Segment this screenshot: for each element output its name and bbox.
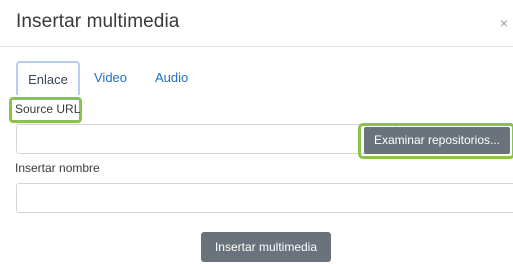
browse-repositories-button[interactable]: Examinar repositorios...: [364, 127, 510, 154]
dialog-title: Insertar multimedia: [16, 11, 180, 32]
tab-video[interactable]: Video: [94, 61, 127, 95]
source-url-input[interactable]: [16, 124, 396, 154]
tab-enlace[interactable]: Enlace: [16, 61, 80, 95]
insert-media-button[interactable]: Insertar multimedia: [201, 232, 331, 262]
close-icon[interactable]: ×: [500, 16, 508, 30]
media-name-input[interactable]: [16, 183, 513, 213]
tab-audio[interactable]: Audio: [155, 61, 188, 95]
media-name-label: Insertar nombre: [15, 161, 100, 175]
dialog-header: Insertar multimedia ×: [0, 0, 513, 47]
source-url-label: Source URL: [15, 102, 81, 116]
